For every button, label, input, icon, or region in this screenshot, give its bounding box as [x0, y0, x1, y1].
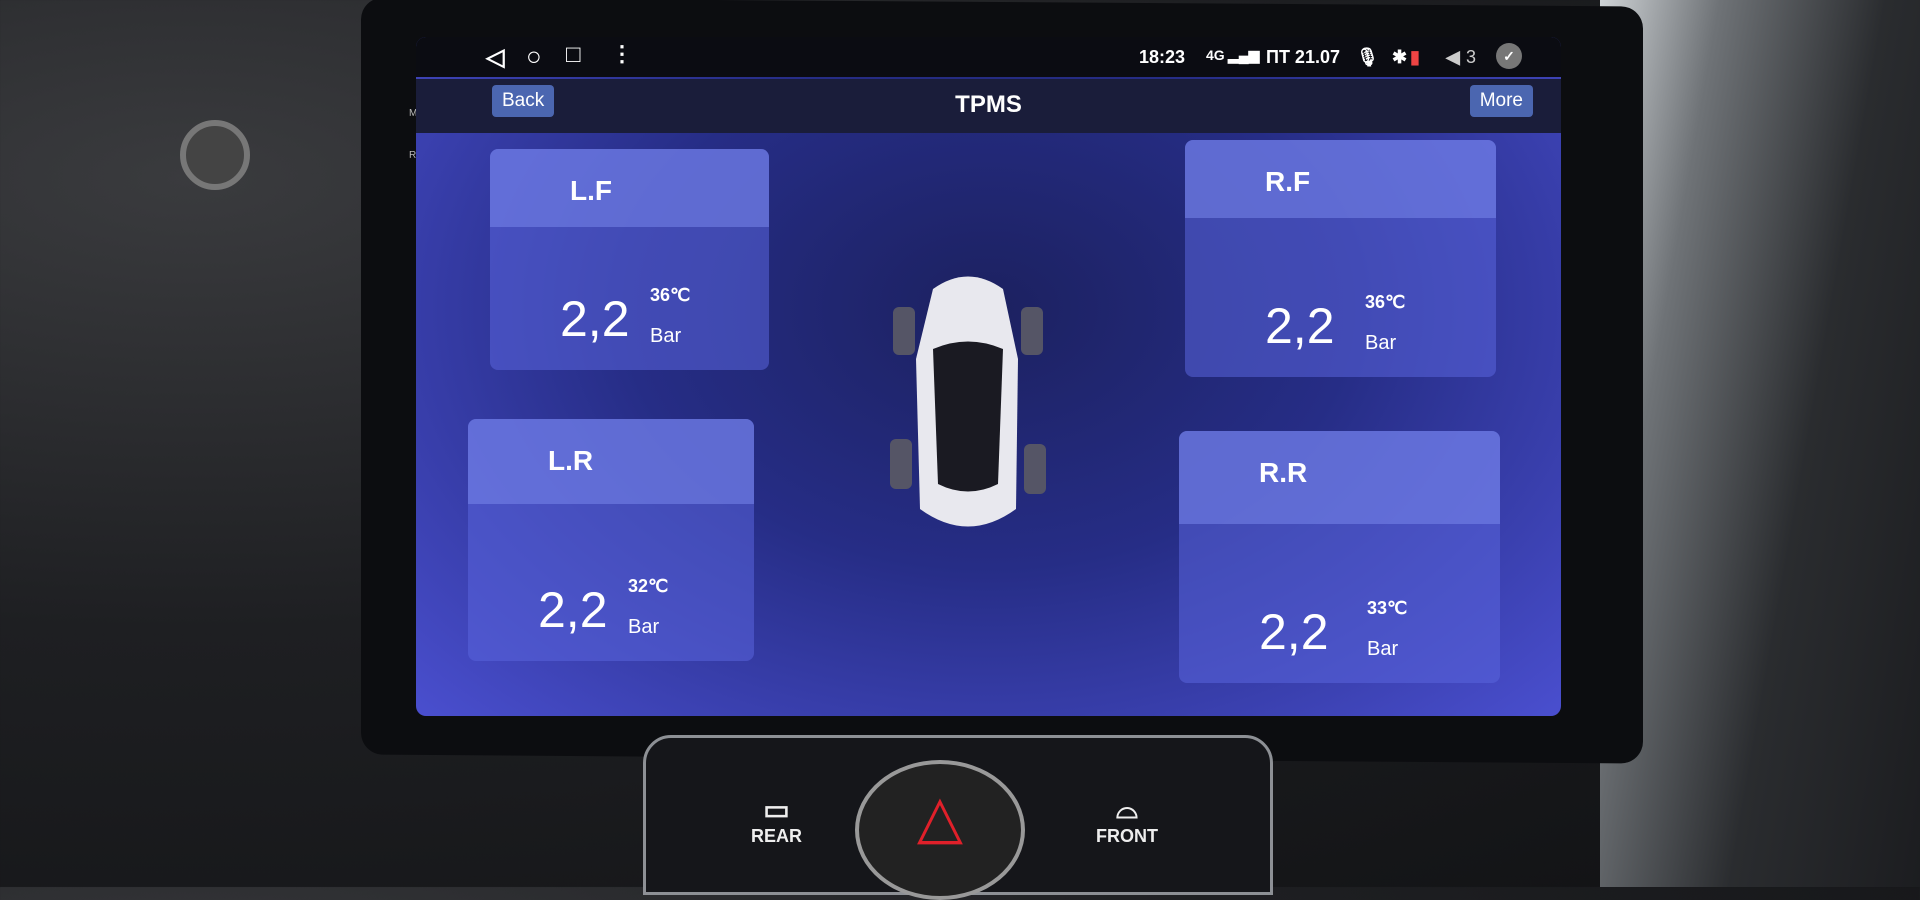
- status-bar: ◁ ○ □ ⋮ 18:23 4G ▂▄▆ ПТ 21.07 🎙 ✱ ▮ ◀ 3 …: [416, 37, 1561, 77]
- dashboard-knob: [180, 120, 250, 190]
- front-label: FRONT: [1096, 826, 1158, 846]
- tire-pressure: 2,2: [1265, 298, 1335, 354]
- tire-label: R.R: [1179, 431, 1500, 524]
- hazard-triangle-icon: △: [916, 783, 964, 850]
- network-type: 4G: [1206, 47, 1225, 63]
- dropdown-chevron-icon[interactable]: ✓: [1496, 43, 1522, 69]
- page-title: TPMS: [955, 91, 1022, 118]
- title-bar: Back TPMS More: [416, 79, 1561, 133]
- front-defrost-button[interactable]: ⌓ FRONT: [1096, 793, 1158, 847]
- recents-icon[interactable]: □: [566, 41, 581, 69]
- clock: 18:23: [1139, 47, 1186, 67]
- signal-icon: ▂▄▆: [1228, 47, 1260, 63]
- rear-defrost-button[interactable]: ▭ REAR: [751, 793, 802, 847]
- tire-card-left-front[interactable]: L.F 2,2 36℃ Bar: [490, 149, 769, 370]
- tire-temperature: 33℃: [1367, 598, 1408, 618]
- car-top-view-icon: [890, 276, 1046, 527]
- back-nav-icon[interactable]: ◁: [486, 43, 504, 72]
- tire-temperature: 36℃: [1365, 292, 1406, 312]
- front-defrost-icon: ⌓: [1115, 793, 1139, 824]
- tire-pressure: 2,2: [560, 291, 630, 347]
- tire-card-left-rear[interactable]: L.R 2,2 32℃ Bar: [468, 419, 754, 661]
- tire-pressure: 2,2: [538, 582, 608, 638]
- pressure-unit: Bar: [628, 616, 660, 638]
- tire-label: R.F: [1185, 140, 1496, 218]
- tire-temperature: 36℃: [650, 285, 691, 305]
- tire-label: L.F: [490, 149, 769, 227]
- battery-icon: ▮: [1410, 47, 1420, 67]
- pressure-unit: Bar: [1367, 638, 1399, 660]
- tire-card-right-front[interactable]: R.F 2,2 36℃ Bar: [1185, 140, 1496, 377]
- menu-icon[interactable]: ⋮: [611, 41, 633, 67]
- tire-pressure: 2,2: [1259, 604, 1329, 660]
- more-button[interactable]: More: [1469, 85, 1533, 117]
- home-icon[interactable]: ○: [526, 41, 542, 72]
- tpms-screen: ◁ ○ □ ⋮ 18:23 4G ▂▄▆ ПТ 21.07 🎙 ✱ ▮ ◀ 3 …: [416, 37, 1561, 716]
- tire-label: L.R: [468, 419, 754, 504]
- tire-card-right-rear[interactable]: R.R 2,2 33℃ Bar: [1179, 431, 1500, 683]
- rear-defrost-icon: ▭: [763, 794, 790, 825]
- pressure-unit: Bar: [1365, 332, 1397, 354]
- pressure-unit: Bar: [650, 325, 682, 347]
- bluetooth-icon: ✱: [1392, 47, 1408, 67]
- tire-temperature: 32℃: [628, 576, 669, 596]
- hazard-button[interactable]: △: [855, 760, 1025, 900]
- volume-level: 3: [1466, 47, 1477, 67]
- volume-icon[interactable]: ◀: [1446, 47, 1460, 68]
- mic-icon: 🎙: [1356, 47, 1379, 67]
- dashboard-trim: [1600, 0, 1920, 887]
- date: ПТ 21.07: [1266, 47, 1340, 67]
- rear-label: REAR: [751, 826, 803, 846]
